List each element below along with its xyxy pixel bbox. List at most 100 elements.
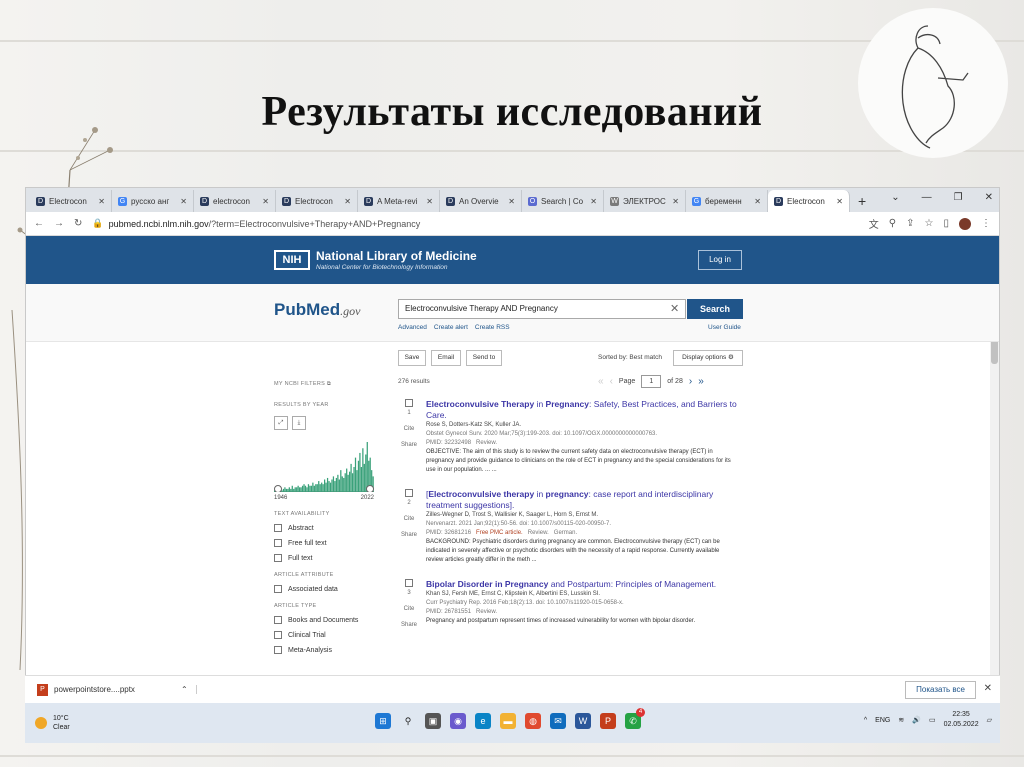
nih-name[interactable]: National Library of Medicine [316,249,477,263]
share-button[interactable]: Share [398,532,420,538]
filter-books-documents[interactable]: Books and Documents [274,616,384,624]
close-tab-icon[interactable]: ✕ [836,197,843,206]
login-button[interactable]: Log in [698,250,742,270]
browser-tab[interactable]: O Search | Co ✕ [522,190,604,212]
forward-icon[interactable]: → [54,218,64,229]
browser-tab[interactable]: D A Meta-revi ✕ [358,190,440,212]
chrome-icon[interactable]: ◍ [525,713,541,729]
checkbox[interactable] [274,616,282,624]
powerpoint-icon[interactable]: P [600,713,616,729]
battery-icon[interactable]: ▭ [929,716,936,724]
clock[interactable]: 22:35 02.05.2022 [944,710,979,730]
browser-tab[interactable]: Delectrocon ✕ [194,190,276,212]
close-tab-icon[interactable]: ✕ [508,197,515,206]
checkbox[interactable] [274,631,282,639]
close-tab-icon[interactable]: ✕ [262,197,269,206]
filter-full-text[interactable]: Full text [274,554,384,562]
close-tab-icon[interactable]: ✕ [590,197,597,206]
first-page-icon[interactable]: « [598,376,604,387]
menu-icon[interactable]: ⋮ [981,218,991,229]
file-explorer-icon[interactable]: ▬ [500,713,516,729]
checkbox[interactable] [274,539,282,547]
free-pmc-badge[interactable]: Free PMC article. [476,530,523,536]
browser-tab[interactable]: D An Overvie ✕ [440,190,522,212]
search-button[interactable]: Search [687,299,743,319]
close-tab-icon[interactable]: ✕ [344,197,351,206]
volume-icon[interactable]: 🔊 [912,716,921,724]
my-ncbi-filters-label[interactable]: MY NCBI FILTERS ⧉ [274,381,384,388]
close-tab-icon[interactable]: ✕ [180,197,187,206]
filter-meta-analysis[interactable]: Meta-Analysis [274,646,384,654]
search-icon[interactable]: ⚲ [400,713,416,729]
word-icon[interactable]: W [575,713,591,729]
download-item[interactable]: P powerpointstore....pptx ⌃ [25,683,197,696]
filter-abstract[interactable]: Abstract [274,524,384,532]
cite-button[interactable]: Cite [398,606,420,612]
new-tab-button[interactable]: + [850,193,874,212]
back-icon[interactable]: ← [34,218,44,229]
sidebar-icon[interactable]: ▯ [943,218,949,229]
minimize-button[interactable]: — [922,192,932,203]
tab-search-icon[interactable]: ⌄ [891,192,899,203]
windows-start-icon[interactable]: ⊞ [375,713,391,729]
cite-button[interactable]: Cite [398,426,420,432]
profile-avatar[interactable] [959,217,971,230]
checkbox[interactable] [274,524,282,532]
zoom-icon[interactable]: ⚲ [889,218,896,229]
filter-associated-data[interactable]: Associated data [274,585,384,593]
chat-icon[interactable]: ◉ [450,713,466,729]
reload-icon[interactable]: ↻ [74,218,82,229]
close-tab-icon[interactable]: ✕ [98,197,105,206]
year-slider-start-handle[interactable] [274,485,282,493]
url-field[interactable]: 🔒 pubmed.ncbi.nlm.nih.gov/?term=Electroc… [92,218,858,229]
edge-icon[interactable]: e [475,713,491,729]
pubmed-logo[interactable]: PubMed.gov [274,300,360,320]
article-title-link[interactable]: [Electroconvulsive therapy in pregnancy:… [426,489,738,511]
close-tab-icon[interactable]: ✕ [672,197,679,206]
article-checkbox[interactable] [405,489,413,497]
cite-button[interactable]: Cite [398,516,420,522]
article-title-link[interactable]: Bipolar Disorder in Pregnancy and Postpa… [426,579,738,590]
checkbox[interactable] [274,646,282,654]
email-button[interactable]: Email [431,350,461,366]
checkbox[interactable] [274,554,282,562]
share-button[interactable]: Share [398,442,420,448]
share-icon[interactable]: ⇪ [906,218,914,229]
browser-tab[interactable]: D Electrocon ✕ [30,190,112,212]
language-indicator[interactable]: ENG [875,717,890,724]
weather-widget[interactable]: 10°C Clear [25,714,70,732]
whatsapp-icon[interactable]: ✆ 4 [625,708,645,729]
prev-page-icon[interactable]: ‹ [610,376,613,387]
save-button[interactable]: Save [398,350,426,366]
mail-icon[interactable]: ✉ [550,713,566,729]
year-slider-end-handle[interactable] [366,485,374,493]
user-guide-link[interactable]: User Guide [708,324,741,331]
close-icon[interactable]: ✕ [984,683,992,694]
browser-tab[interactable]: D Electrocon ✕ [768,190,850,212]
nih-logo-badge[interactable]: NIH [274,250,310,270]
close-window-button[interactable]: ✕ [985,192,993,203]
wifi-icon[interactable]: ≋ [898,716,904,724]
create-rss-link[interactable]: Create RSS [475,324,510,331]
filter-clinical-trial[interactable]: Clinical Trial [274,631,384,639]
sorted-by-label[interactable]: Sorted by: Best match [598,354,662,361]
send-to-button[interactable]: Send to [466,350,502,366]
browser-tab[interactable]: Gрусско анг ✕ [112,190,194,212]
chevron-up-icon[interactable]: ⌃ [181,685,197,694]
page-input[interactable]: 1 [641,375,662,388]
close-tab-icon[interactable]: ✕ [754,197,761,206]
filter-free-full-text[interactable]: Free full text [274,539,384,547]
next-page-icon[interactable]: › [689,376,692,387]
task-view-icon[interactable]: ▣ [425,713,441,729]
article-checkbox[interactable] [405,399,413,407]
maximize-button[interactable]: ❐ [954,192,963,203]
year-histogram[interactable] [274,436,374,493]
notifications-icon[interactable]: ▱ [987,716,992,724]
browser-tab[interactable]: W ЭЛЕКТРОС ✕ [604,190,686,212]
bookmark-star-icon[interactable]: ☆ [925,218,934,229]
clear-search-icon[interactable]: ✕ [670,302,679,315]
checkbox[interactable] [274,585,282,593]
article-checkbox[interactable] [405,579,413,587]
article-title-link[interactable]: Electroconvulsive Therapy in Pregnancy: … [426,399,738,421]
browser-tab[interactable]: D Electrocon ✕ [276,190,358,212]
